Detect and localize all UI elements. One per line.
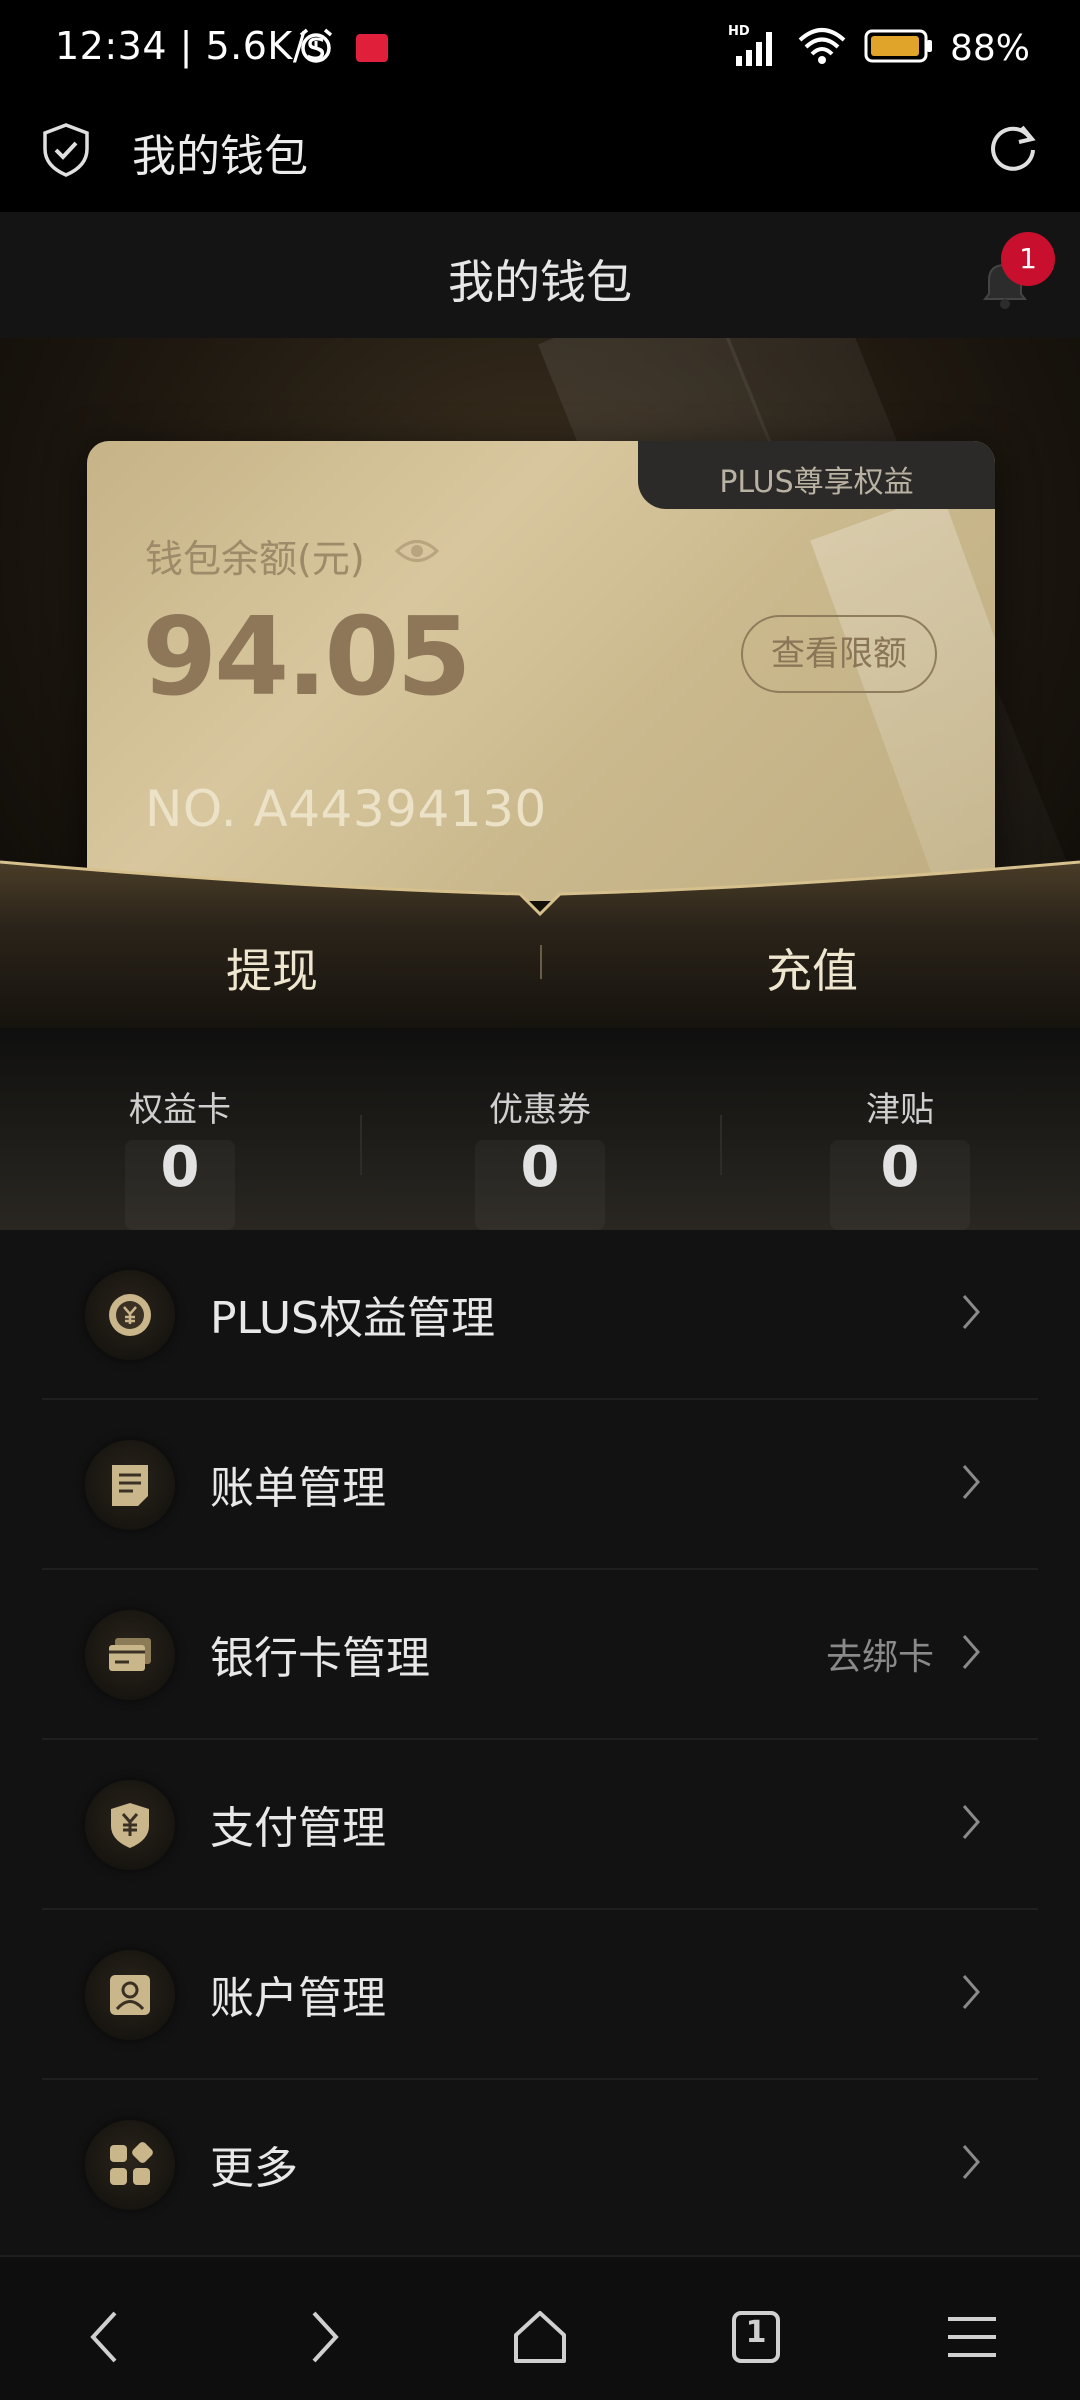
stat-allowance[interactable]: 津贴 0 (720, 1082, 1080, 1200)
menu-item-more[interactable]: 更多 (42, 2080, 1038, 2250)
stat-label: 津贴 (866, 1090, 934, 1130)
app-notification-icon (356, 34, 388, 62)
menu-label: 账户管理 (210, 1973, 386, 2024)
coin-icon (85, 1270, 175, 1360)
status-bar: 12:34 | 5.6K/s HD 88% (0, 0, 1080, 100)
browser-bottom-nav: 1 (0, 2255, 1080, 2400)
stat-value: 0 (520, 1135, 560, 1200)
eye-icon[interactable] (394, 536, 440, 570)
menu-label: 账单管理 (210, 1463, 386, 1514)
stat-value: 0 (880, 1135, 920, 1200)
menu-label: 银行卡管理 (210, 1633, 430, 1684)
chevron-right-icon (960, 2142, 982, 2186)
stat-coupon[interactable]: 优惠券 0 (360, 1082, 720, 1200)
shield-yuan-icon (85, 1780, 175, 1870)
battery-icon (864, 28, 934, 68)
recharge-button[interactable]: 充值 (766, 935, 858, 1001)
page-title: 我的钱包 (448, 255, 632, 309)
balance-label: 钱包余额(元) (145, 537, 365, 581)
tab-count: 1 (745, 2315, 767, 2350)
menu-item-bills[interactable]: 账单管理 (42, 1400, 1038, 1570)
notification-badge: 1 (1001, 232, 1055, 286)
status-time: 12:34 | 5.6K/s (55, 24, 327, 68)
withdraw-button[interactable]: 提现 (226, 935, 318, 1001)
action-divider (540, 945, 542, 979)
home-icon[interactable] (500, 2297, 580, 2377)
menu-item-bank-card[interactable]: 银行卡管理 去绑卡 (42, 1570, 1038, 1740)
status-right: HD 88% (728, 24, 1030, 70)
card-number: NO. A44394130 (145, 780, 547, 838)
user-icon (85, 1950, 175, 2040)
menu-label: 更多 (210, 2143, 298, 2194)
back-icon[interactable] (67, 2297, 147, 2377)
tabs-icon[interactable]: 1 (716, 2297, 796, 2377)
grid-icon (85, 2120, 175, 2210)
menu-list: PLUS权益管理 账单管理 银行卡管理 去绑卡 支付管理 账户管理 更多 (0, 1230, 1080, 2255)
chevron-right-icon (960, 1802, 982, 1846)
card-pocket (0, 848, 1080, 1028)
battery-percent: 88% (949, 27, 1030, 69)
refresh-icon[interactable] (985, 120, 1041, 180)
shield-check-icon[interactable] (40, 122, 92, 182)
menu-item-plus[interactable]: PLUS权益管理 (42, 1230, 1038, 1400)
browser-header: 我的钱包 (0, 100, 1080, 212)
chevron-right-icon (960, 1632, 982, 1676)
forward-icon[interactable] (282, 2297, 362, 2377)
stat-label: 优惠券 (489, 1090, 591, 1130)
chevron-right-icon (960, 1462, 982, 1506)
menu-label: PLUS权益管理 (210, 1293, 495, 1344)
wifi-icon (796, 26, 848, 70)
stat-value: 0 (160, 1135, 200, 1200)
plus-tab-label: PLUS尊享权益 (719, 465, 914, 500)
page-titlebar: 我的钱包 (0, 212, 1080, 338)
stat-label: 权益卡 (129, 1090, 231, 1130)
bank-card-icon (85, 1610, 175, 1700)
browser-title: 我的钱包 (132, 131, 308, 182)
bill-icon (85, 1440, 175, 1530)
balance-value: 94.05 (142, 595, 472, 720)
bind-card-link[interactable]: 去绑卡 (826, 1628, 934, 1680)
menu-item-account[interactable]: 账户管理 (42, 1910, 1038, 2080)
alarm-icon (296, 26, 336, 70)
stat-rights-card[interactable]: 权益卡 0 (0, 1082, 360, 1200)
chevron-right-icon (960, 1292, 982, 1336)
signal-icon: HD (728, 24, 780, 68)
menu-item-payment[interactable]: 支付管理 (42, 1740, 1038, 1910)
menu-label: 支付管理 (210, 1803, 386, 1854)
card-stripe (810, 492, 995, 901)
view-limit-button[interactable]: 查看限额 (741, 615, 937, 693)
chevron-right-icon (960, 1972, 982, 2016)
menu-icon[interactable] (932, 2297, 1012, 2377)
